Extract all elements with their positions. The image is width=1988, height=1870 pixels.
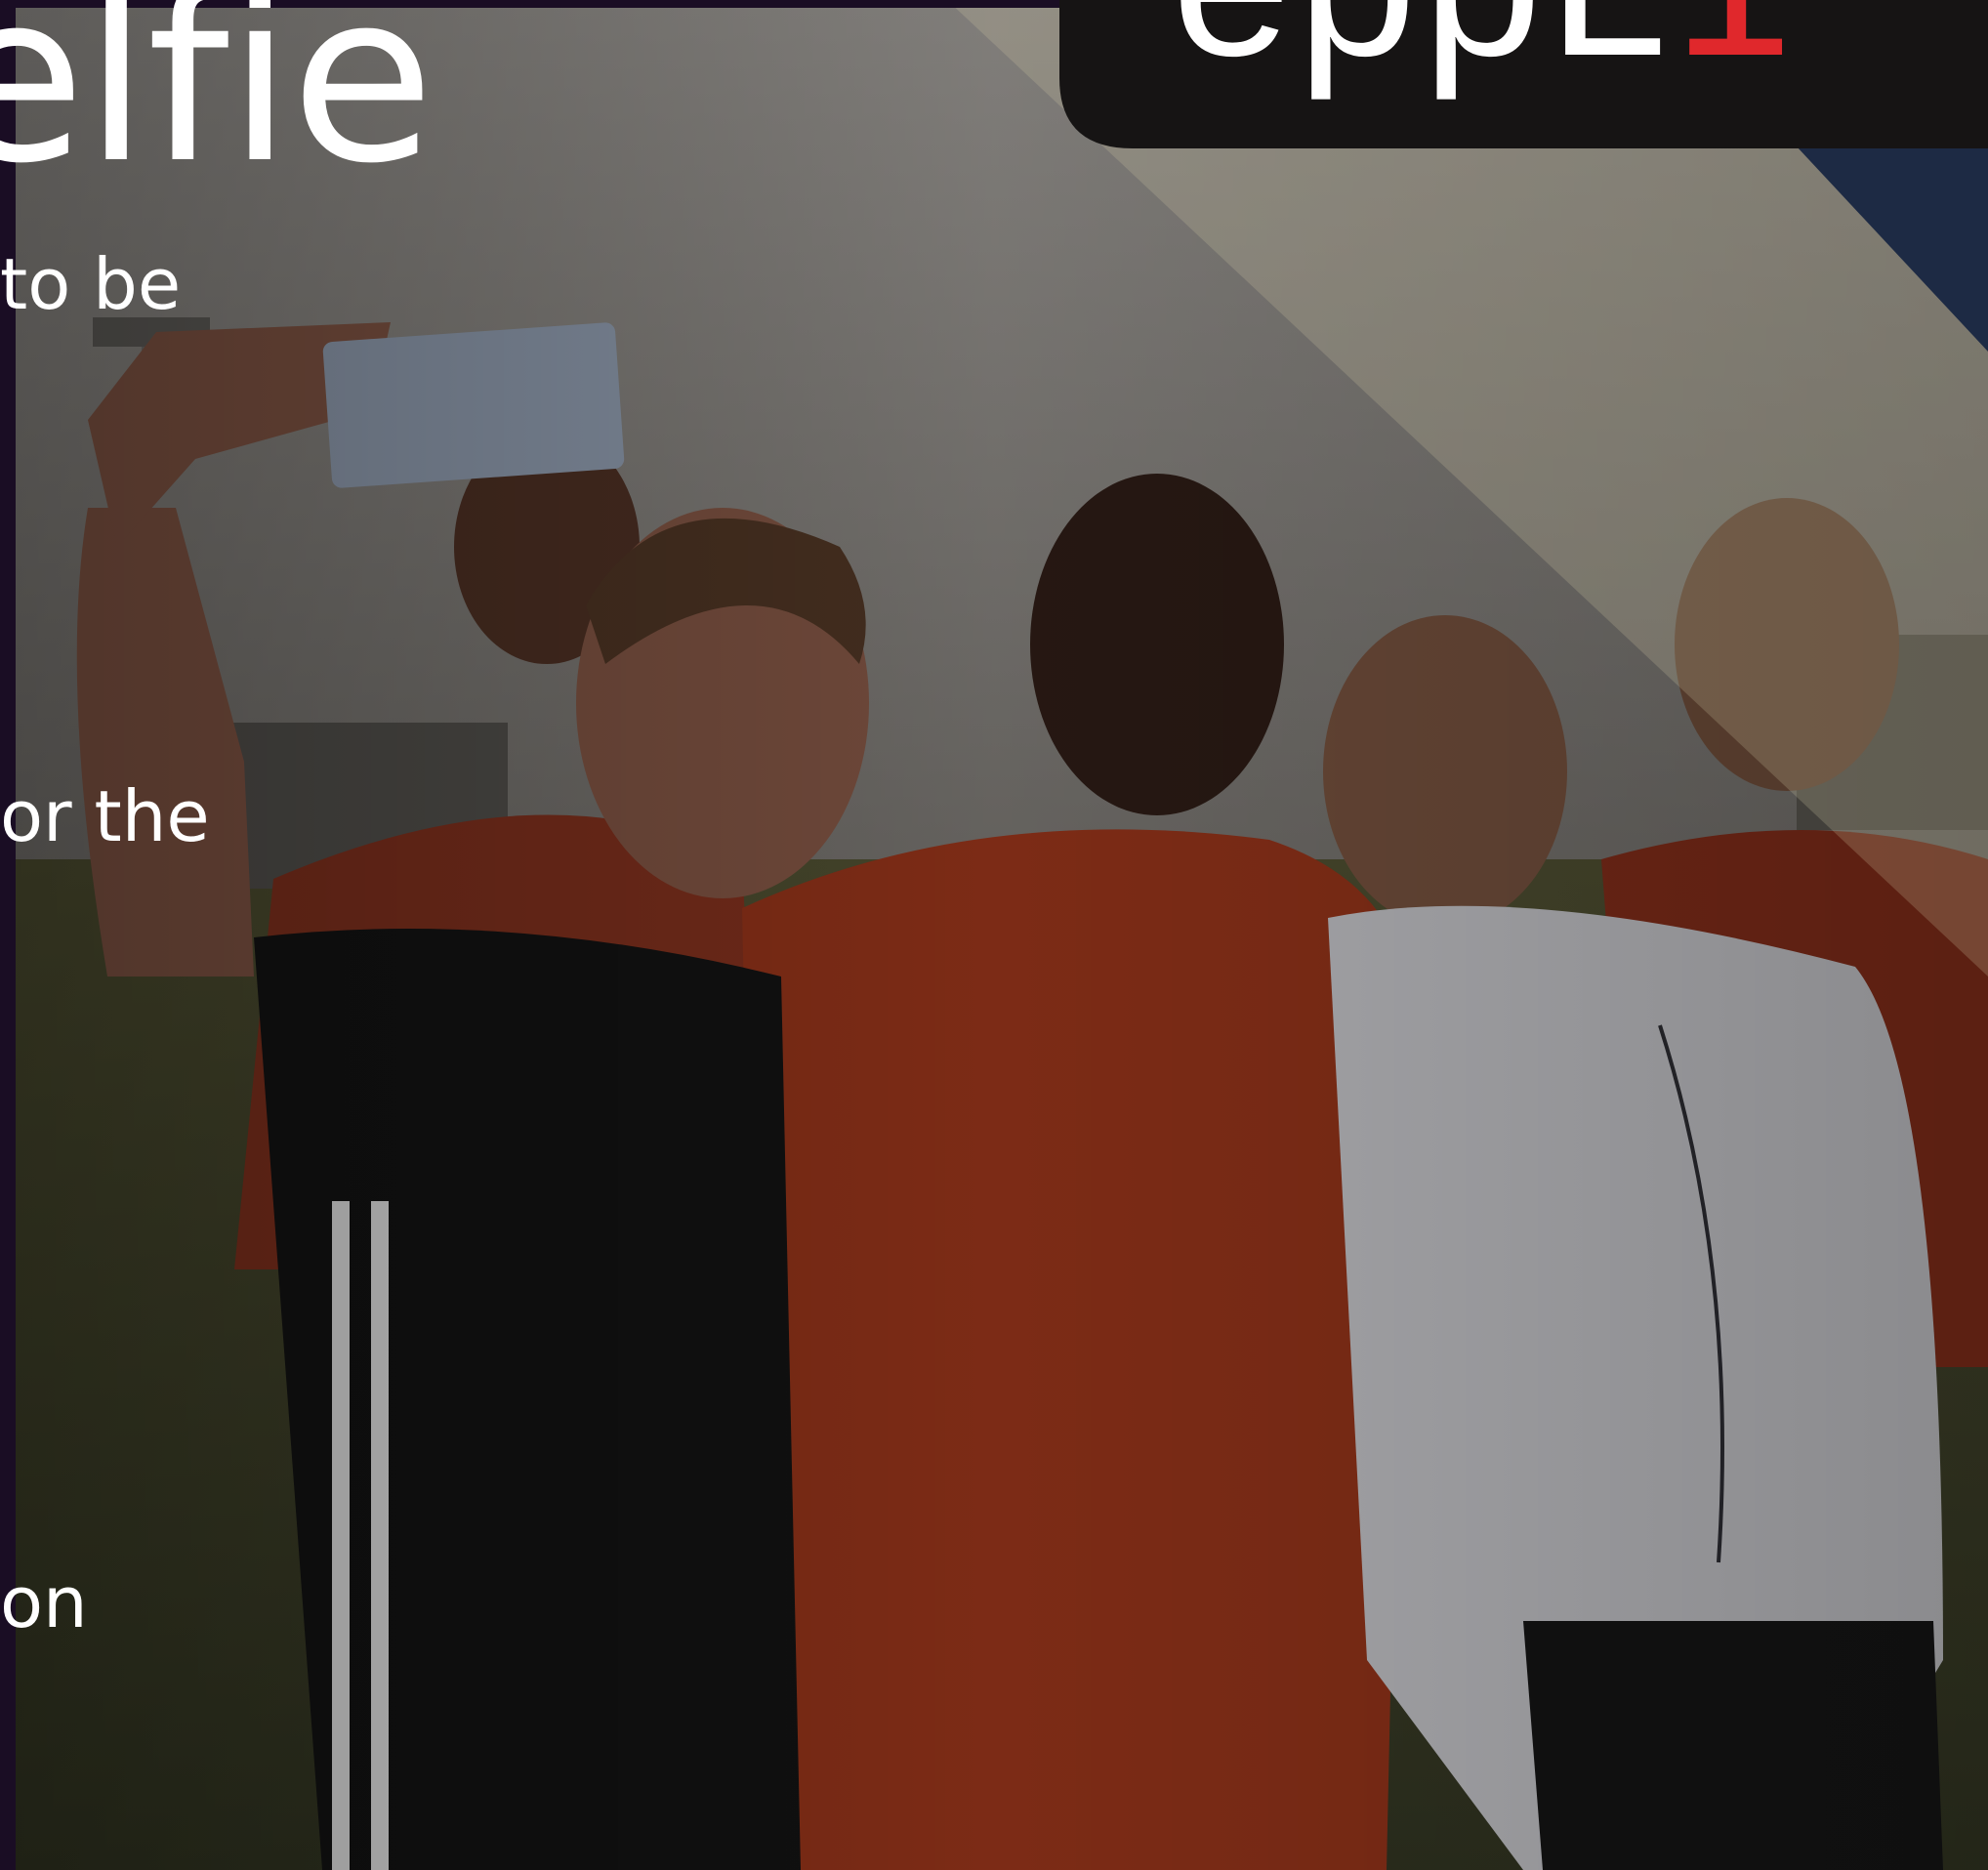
brand-logo: eppL1 [1172, 0, 1799, 88]
text-fragment-2: or the [0, 775, 210, 857]
logo-wordmark: eppL [1172, 0, 1673, 101]
text-fragment-3: on [0, 1561, 88, 1643]
text-fragment-1: to be [0, 243, 182, 325]
headline: elfie [0, 0, 435, 215]
selfie-photo-scene: eppL1 elfie to be or the on [0, 0, 1988, 1870]
logo-accent-mark: 1 [1673, 0, 1798, 101]
photo-illustration [0, 0, 1988, 1870]
